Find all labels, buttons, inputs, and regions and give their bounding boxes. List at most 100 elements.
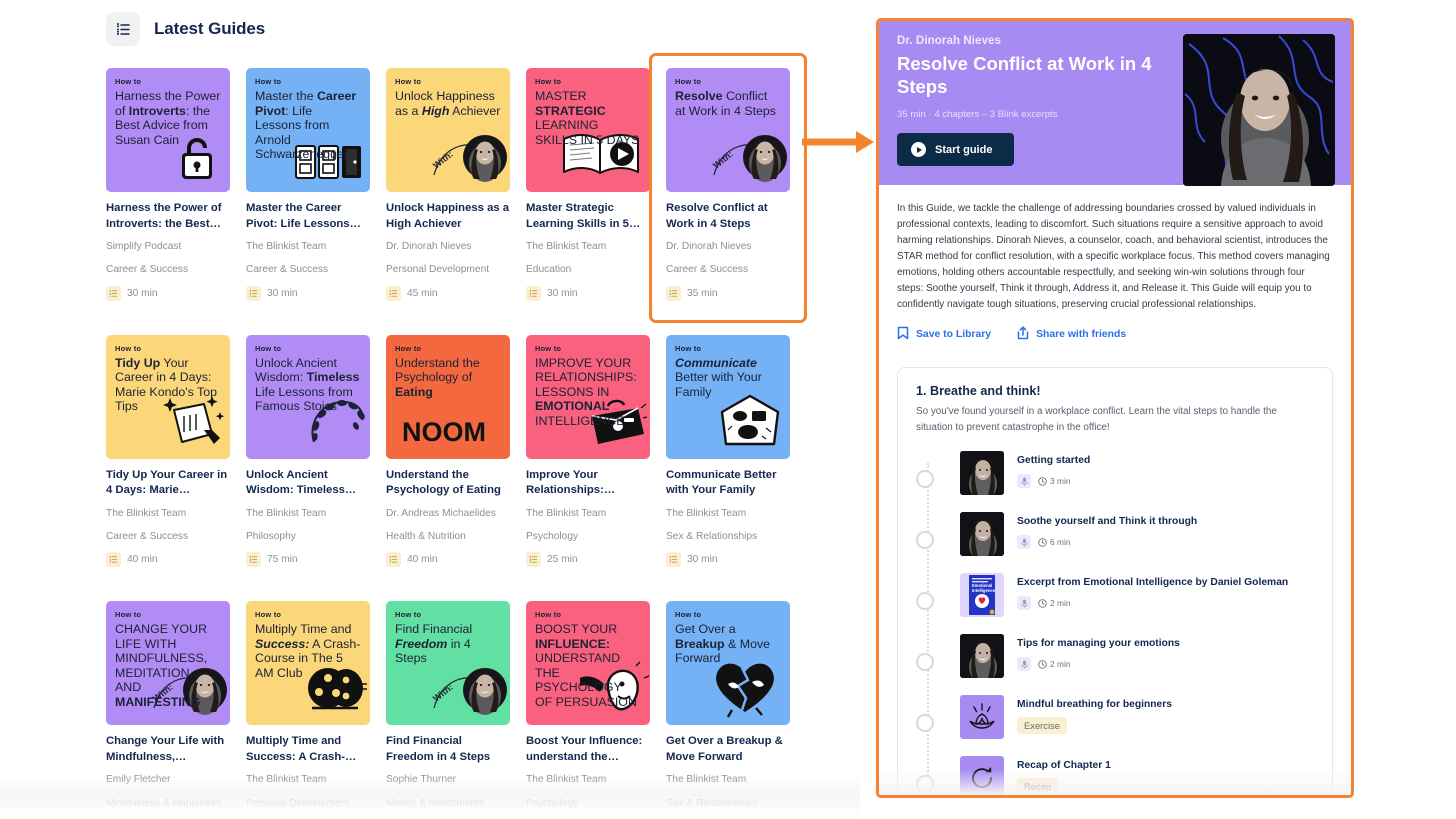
chapter-item[interactable]: Recap of Chapter 1Recap — [960, 756, 1314, 798]
chapter-item[interactable]: EmotionalIntelligenceExcerpt from Emotio… — [960, 573, 1314, 617]
detail-hero: Dr. Dinorah Nieves Resolve Conflict at W… — [879, 21, 1351, 185]
item-duration: 2 min — [1038, 659, 1070, 669]
guides-list-column: Latest Guides How toHarness the Power of… — [0, 0, 860, 819]
item-title: Soothe yourself and Think it through — [1017, 515, 1197, 528]
chapter-item[interactable]: Tips for managing your emotions 2 min — [960, 634, 1314, 678]
item-duration: 2 min — [1038, 598, 1070, 608]
guide-cover[interactable]: How toMultiply Time and Success: A Crash… — [246, 601, 370, 725]
microphone-icon — [1017, 535, 1031, 549]
chapter-subtitle: So you've found yourself in a workplace … — [916, 404, 1314, 435]
guide-card[interactable]: How toGet Over a Breakup & Move ForwardG… — [666, 601, 790, 819]
start-guide-button[interactable]: Start guide — [897, 133, 1014, 166]
guide-category: Psychology — [526, 531, 650, 543]
guide-cover[interactable]: How toUnlock Happiness as a High Achieve… — [386, 68, 510, 192]
portrait-with-icon: With: — [710, 127, 788, 190]
guide-cover[interactable]: How toUnlock Ancient Wisdom: Timeless Li… — [246, 335, 370, 459]
guide-duration: 30 min — [526, 286, 650, 301]
svg-text:With:: With: — [431, 682, 455, 704]
item-meta: 2 min — [1017, 596, 1288, 610]
item-book-cover-thumb: EmotionalIntelligence — [960, 573, 1004, 617]
item-title: Getting started — [1017, 454, 1090, 467]
guide-card[interactable]: How toUnlock Happiness as a High Achieve… — [386, 68, 510, 301]
guide-cover-title: Multiply Time and Success: A Crash-Cours… — [255, 622, 361, 680]
guide-card[interactable]: How toMultiply Time and Success: A Crash… — [246, 601, 370, 819]
guide-cover[interactable]: How toResolve Conflict at Work in 4 Step… — [666, 68, 790, 192]
guide-author: The Blinkist Team — [526, 774, 650, 786]
guide-card[interactable]: How toCHANGE YOUR LIFE WITH MINDFULNESS,… — [106, 601, 230, 819]
guide-category: Philosophy — [246, 531, 370, 543]
item-text: Recap of Chapter 1Recap — [1017, 756, 1111, 795]
guide-title: Communicate Better with Your Family — [666, 468, 790, 499]
duration-icon — [526, 552, 541, 567]
guide-detail-panel: Dr. Dinorah Nieves Resolve Conflict at W… — [876, 18, 1354, 798]
guide-card[interactable]: How toCommunicate Better with Your Famil… — [666, 335, 790, 568]
guide-cover[interactable]: How toMaster the Career Pivot: Life Less… — [246, 68, 370, 192]
guide-card[interactable]: How toIMPROVE YOUR RELATIONSHIPS: LESSON… — [526, 335, 650, 568]
save-to-library-button[interactable]: Save to Library — [897, 326, 991, 343]
guide-category: Sex & Relationships — [666, 798, 790, 810]
guide-card[interactable]: How to MASTER STRATEGIC LEARNING SKILLS I… — [526, 68, 650, 301]
guide-author: The Blinkist Team — [246, 508, 370, 520]
guide-cover-title: Master the Career Pivot: Life Lessons fr… — [255, 89, 361, 162]
guide-kicker: How to — [675, 610, 781, 619]
guide-kicker: How to — [535, 77, 641, 86]
guide-cover[interactable]: How toCHANGE YOUR LIFE WITH MINDFULNESS,… — [106, 601, 230, 725]
duration-icon — [666, 286, 681, 301]
guide-kicker: How to — [535, 344, 641, 353]
guide-category: Health & Nutrition — [386, 531, 510, 543]
duration-icon — [386, 552, 401, 567]
guide-title: Master Strategic Learning Skills in 5… — [526, 201, 650, 232]
chapter-item[interactable]: Mindful breathing for beginnersExercise — [960, 695, 1314, 739]
duration-label: 30 min — [687, 554, 718, 565]
guide-cover-title: MASTER STRATEGIC LEARNING SKILLS IN 5 DA… — [535, 89, 641, 147]
guide-duration: 30 min — [106, 286, 230, 301]
guide-author: The Blinkist Team — [106, 508, 230, 520]
guide-cover[interactable]: How toHarness the Power of Introverts: t… — [106, 68, 230, 192]
guide-cover[interactable]: How to Understand the Psychology of Eatin… — [386, 335, 510, 459]
guide-cover-title: Understand the Psychology of Eating — [395, 356, 501, 400]
guide-category: Career & Success — [666, 264, 790, 276]
bookmark-icon — [897, 326, 909, 343]
item-duration: 6 min — [1038, 537, 1070, 547]
guide-author: Dr. Andreas Michaelides — [386, 508, 510, 520]
guide-card[interactable]: How toHarness the Power of Introverts: t… — [106, 68, 230, 301]
guide-title: Unlock Ancient Wisdom: Timeless Lif… — [246, 468, 370, 499]
duration-icon — [106, 286, 121, 301]
guide-kicker: How to — [115, 610, 221, 619]
detail-description: In this Guide, we tackle the challenge o… — [897, 201, 1333, 313]
guide-duration: 40 min — [106, 552, 230, 567]
item-text: Soothe yourself and Think it through 6 mi… — [1017, 512, 1197, 549]
guide-cover-title: Communicate Better with Your Family — [675, 356, 781, 400]
chapter-item[interactable]: Getting started3 min — [960, 451, 1314, 495]
guide-card[interactable]: How toBOOST YOUR INFLUENCE: UNDERSTAND T… — [526, 601, 650, 819]
microphone-icon — [1017, 596, 1031, 610]
share-with-friends-button[interactable]: Share with friends — [1017, 326, 1126, 343]
guide-title: Change Your Life with Mindfulness,… — [106, 734, 230, 765]
guide-cover[interactable]: How toFind Financial Freedom in 4 StepsW… — [386, 601, 510, 725]
guide-kicker: How to — [395, 344, 501, 353]
guide-cover[interactable]: How toGet Over a Breakup & Move Forward — [666, 601, 790, 725]
guide-title: Multiply Time and Success: A Crash-… — [246, 734, 370, 765]
svg-text:Intelligence: Intelligence — [972, 588, 996, 593]
guide-card[interactable]: How toTidy Up Your Career in 4 Days: Mar… — [106, 335, 230, 568]
guide-author: The Blinkist Team — [246, 241, 370, 253]
item-title: Tips for managing your emotions — [1017, 637, 1180, 650]
item-title: Mindful breathing for beginners — [1017, 698, 1172, 711]
guide-cover[interactable]: How toIMPROVE YOUR RELATIONSHIPS: LESSON… — [526, 335, 650, 459]
guide-author: The Blinkist Team — [526, 241, 650, 253]
guide-cover[interactable]: How to MASTER STRATEGIC LEARNING SKILLS I… — [526, 68, 650, 192]
guide-cover[interactable]: How toBOOST YOUR INFLUENCE: UNDERSTAND T… — [526, 601, 650, 725]
svg-text:NOOM: NOOM — [402, 417, 486, 447]
guide-kicker: How to — [535, 610, 641, 619]
item-text: Mindful breathing for beginnersExercise — [1017, 695, 1172, 734]
guide-card[interactable]: How to Understand the Psychology of Eatin… — [386, 335, 510, 568]
chapter-item[interactable]: Soothe yourself and Think it through 6 mi… — [960, 512, 1314, 556]
guide-cover[interactable]: How toTidy Up Your Career in 4 Days: Mar… — [106, 335, 230, 459]
duration-label: 35 min — [687, 288, 718, 299]
guide-card[interactable]: How toUnlock Ancient Wisdom: Timeless Li… — [246, 335, 370, 568]
guide-duration: 45 min — [386, 286, 510, 301]
guide-card[interactable]: How toFind Financial Freedom in 4 StepsW… — [386, 601, 510, 819]
guide-card[interactable]: How toResolve Conflict at Work in 4 Step… — [666, 68, 790, 301]
guide-cover[interactable]: How toCommunicate Better with Your Famil… — [666, 335, 790, 459]
guide-card[interactable]: How toMaster the Career Pivot: Life Less… — [246, 68, 370, 301]
